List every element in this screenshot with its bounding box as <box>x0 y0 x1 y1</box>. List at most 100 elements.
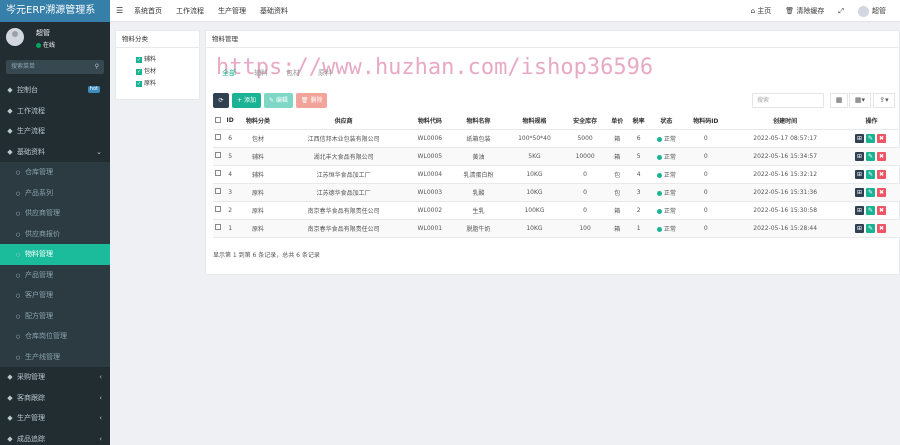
edit-icon[interactable]: ✎ <box>866 223 876 233</box>
fullscreen-icon[interactable]: ⤢ <box>838 0 844 22</box>
table-row[interactable]: 6 包材 江西信邦木业包装有限公司 WL0006 纸箱包装 100*50*40 5000 箱 6… <box>213 129 900 148</box>
row-checkbox[interactable] <box>215 170 222 176</box>
menu-toggle-icon[interactable]: ☰ <box>116 0 123 22</box>
sidebar-search-input[interactable]: 搜索菜单 ⚲ <box>6 60 104 74</box>
user-menu[interactable]: 超管 <box>858 0 886 22</box>
sidebar-item[interactable]: ◆ 控制台 hot <box>0 80 110 101</box>
table-cell: 2 <box>627 201 650 220</box>
category-tab[interactable]: 全部 <box>222 68 236 78</box>
table-cell: 10KG <box>505 183 564 202</box>
dashboard-icon: ◆ <box>7 86 13 94</box>
edit-icon[interactable]: ✎ <box>866 187 876 197</box>
column-header[interactable] <box>213 113 224 130</box>
checkbox-checked-icon[interactable]: ✓ <box>136 68 142 75</box>
circle-icon: ○ <box>15 211 21 217</box>
table-cell: 2022-05-16 15:30:58 <box>728 201 843 220</box>
clear-cache-link[interactable]: 🗑 清除缓存 <box>785 0 824 22</box>
category-tab[interactable]: 辅料 <box>254 68 268 78</box>
table-cell: 原料 <box>236 183 280 202</box>
detail-icon[interactable]: ⊞ <box>855 187 865 197</box>
sidebar-item[interactable]: ◆ 成品追踪 ‹ <box>0 429 110 445</box>
refresh-button[interactable]: ⟳ <box>213 93 229 108</box>
sidebar-item[interactable]: ○ 客户管理 <box>0 285 110 306</box>
chevron-down-icon: ⌄ <box>96 147 102 156</box>
sidebar-item[interactable]: ○ 产品管理 <box>0 264 110 285</box>
top-nav-item[interactable]: 生产管理 <box>218 0 246 22</box>
delete-icon[interactable]: ✖ <box>877 205 887 215</box>
row-select-cell <box>213 147 224 166</box>
table-cell: 乳酸 <box>451 183 506 202</box>
sidebar-item[interactable]: ○ 配方管理 <box>0 305 110 326</box>
delete-icon[interactable]: ✖ <box>877 133 887 143</box>
table-row[interactable]: 4 辅料 江苏恒华食品加工厂 WL0004 乳清蛋白粉 10KG 0 包 4 正常 0 2022-05… <box>213 165 900 184</box>
sidebar-item[interactable]: ○ 仓库岗位管理 <box>0 326 110 347</box>
export-icon[interactable]: ⇪▾ <box>873 93 895 108</box>
sidebar-item[interactable]: ○ 仓库管理 <box>0 162 110 183</box>
top-nav-item[interactable]: 工作流程 <box>176 0 204 22</box>
table-cell: 脱脂牛奶 <box>451 219 506 238</box>
category-tab[interactable]: 包材 <box>286 68 300 78</box>
columns-icon[interactable]: ▦ <box>830 93 848 108</box>
sidebar-item[interactable]: ○ 物料管理 <box>0 244 110 265</box>
delete-icon[interactable]: ✖ <box>877 169 887 179</box>
grid-view-icon[interactable]: ▦▾ <box>849 93 871 108</box>
checkbox-checked-icon[interactable]: ✓ <box>136 80 142 87</box>
circle-icon: ○ <box>15 354 21 361</box>
add-button[interactable]: + 添加 <box>232 93 261 108</box>
edit-icon[interactable]: ✎ <box>866 133 876 143</box>
edit-button[interactable]: ✎ 编辑 <box>263 93 293 108</box>
row-checkbox[interactable] <box>215 224 222 230</box>
detail-icon[interactable]: ⊞ <box>855 169 865 179</box>
tree-node[interactable]: ✓ 原料 <box>126 78 199 90</box>
sidebar-item[interactable]: ○ 产品系列 <box>0 182 110 203</box>
table-row[interactable]: 3 原料 江苏德华食品加工厂 WL0003 乳酸 10KG 0 包 3 正常 0 2022-05-16… <box>213 183 900 202</box>
detail-icon[interactable]: ⊞ <box>855 223 865 233</box>
select-all-checkbox[interactable] <box>215 116 222 123</box>
row-checkbox[interactable] <box>215 206 222 212</box>
top-nav: 系统首页 工作流程 生产管理 基础资料 <box>134 0 302 22</box>
sidebar-item[interactable]: ◆ 基础资料 ⌄ <box>0 142 110 163</box>
row-checkbox[interactable] <box>215 134 222 140</box>
sidebar-item-label: 配方管理 <box>25 311 53 320</box>
top-nav-item[interactable]: 系统首页 <box>134 0 162 22</box>
sidebar-item[interactable]: ○ 供应商报价 <box>0 223 110 244</box>
table-search-input[interactable]: 搜索 <box>752 93 824 108</box>
delete-button[interactable]: 🗑 删除 <box>295 93 328 108</box>
table-row[interactable]: 1 原料 南京春华食品有限责任公司 WL0001 脱脂牛奶 10KG 100 箱 1 正常 0 202… <box>213 219 900 238</box>
row-checkbox[interactable] <box>215 152 222 158</box>
sidebar-item[interactable]: ◆ 采购管理 ‹ <box>0 367 110 388</box>
table-cell: 5 <box>223 147 237 166</box>
row-checkbox[interactable] <box>215 188 222 194</box>
top-nav-item[interactable]: 基础资料 <box>260 0 288 22</box>
detail-icon[interactable]: ⊞ <box>855 205 865 215</box>
circle-icon: ○ <box>15 190 21 197</box>
cart-icon: ◆ <box>7 373 13 381</box>
delete-icon[interactable]: ✖ <box>877 187 887 197</box>
sidebar-item[interactable]: ◆ 生产流程 <box>0 121 110 142</box>
sidebar-item[interactable]: ◆ 客商跟踪 ‹ <box>0 388 110 409</box>
tree-node[interactable]: ✓ 包材 <box>126 66 199 78</box>
delete-icon[interactable]: ✖ <box>877 223 887 233</box>
table-cell: 辅料 <box>236 147 280 166</box>
sidebar-item[interactable]: ○ 供应商管理 <box>0 203 110 224</box>
sidebar-item[interactable]: ◆ 生产管理 ‹ <box>0 408 110 429</box>
table-cell: 3 <box>627 183 650 202</box>
category-tab[interactable]: 原料 <box>318 68 332 78</box>
sidebar-item-label: 生产线管理 <box>25 352 60 361</box>
detail-icon[interactable]: ⊞ <box>855 151 865 161</box>
table-row[interactable]: 2 原料 南京春华食品有限责任公司 WL0002 生乳 100KG 0 箱 2 正常 0 2022-0… <box>213 201 900 220</box>
tree-node[interactable]: ✓ 辅料 <box>126 54 199 66</box>
edit-icon[interactable]: ✎ <box>866 151 876 161</box>
table-row[interactable]: 5 辅料 湖北丰大食品有限公司 WL0005 黄油 5KG 10000 箱 5 正常 0 2022-0… <box>213 147 900 166</box>
sidebar-item[interactable]: ◆ 工作流程 <box>0 101 110 122</box>
table-cell: 5 <box>627 147 650 166</box>
home-link[interactable]: ⌂ 主页 <box>751 0 772 22</box>
factory-icon: ◆ <box>7 414 13 422</box>
table-cell: 2022-05-16 15:31:36 <box>728 183 843 202</box>
detail-icon[interactable]: ⊞ <box>855 133 865 143</box>
delete-icon[interactable]: ✖ <box>877 151 887 161</box>
sidebar-item[interactable]: ○ 生产线管理 <box>0 346 110 367</box>
edit-icon[interactable]: ✎ <box>866 169 876 179</box>
edit-icon[interactable]: ✎ <box>866 205 876 215</box>
checkbox-checked-icon[interactable]: ✓ <box>136 56 142 63</box>
